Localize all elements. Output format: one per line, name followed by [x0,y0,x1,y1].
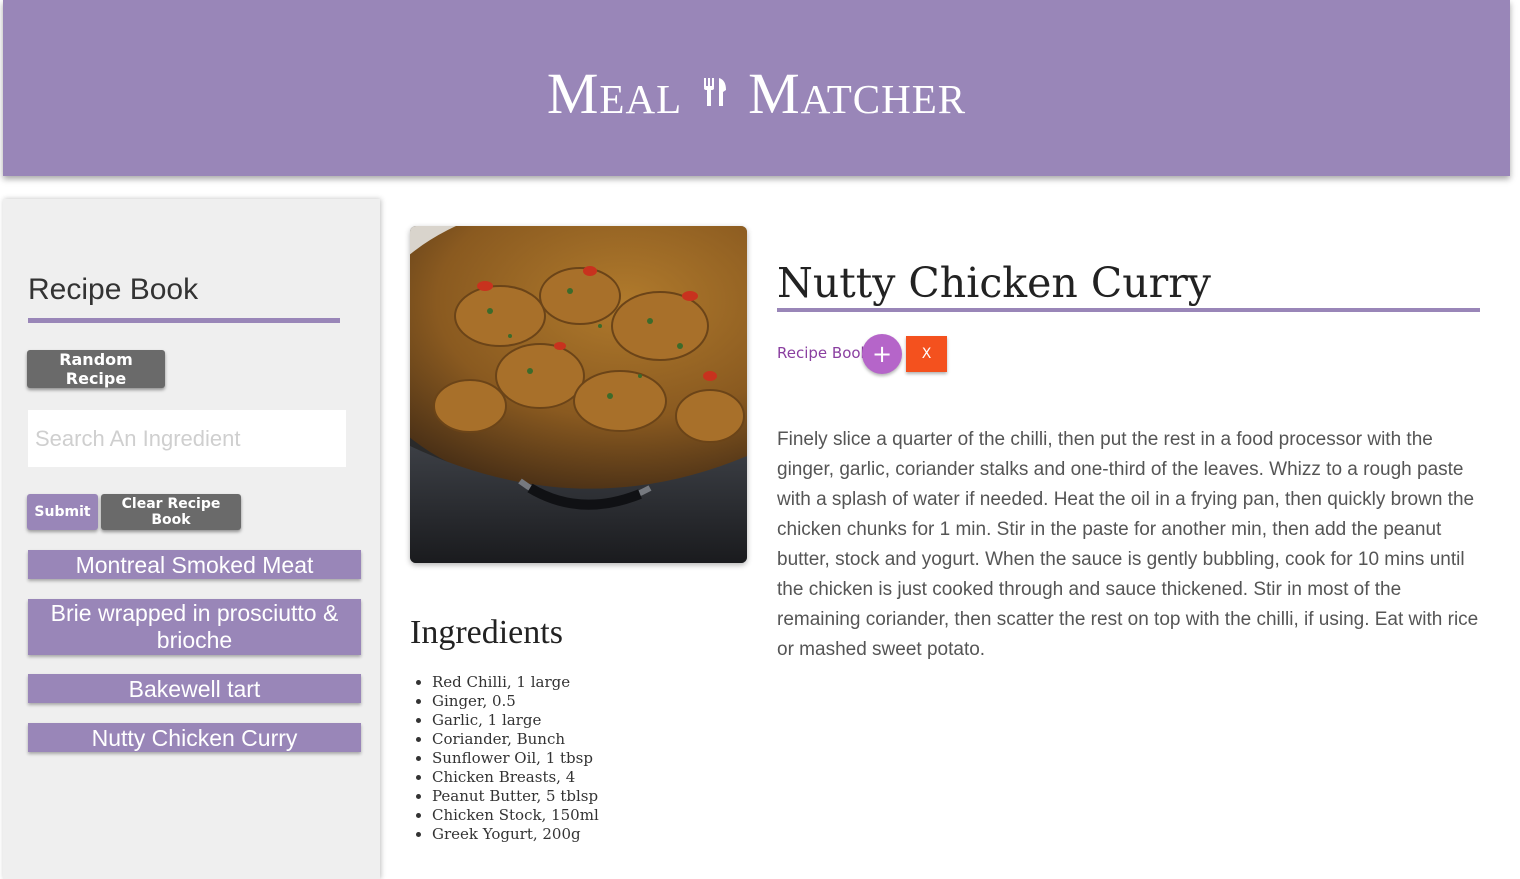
curry-pan-image [410,226,747,563]
ingredient-item: Peanut Butter, 5 tblsp [432,787,599,806]
ingredients-list: Red Chilli, 1 large Ginger, 0.5 Garlic, … [432,673,599,844]
ingredient-item: Chicken Stock, 150ml [432,806,599,825]
site-logo[interactable]: Meal Matcher [547,60,966,127]
recipe-title: Nutty Chicken Curry [777,259,1211,307]
ingredient-item: Ginger, 0.5 [432,692,599,711]
saved-recipe-item[interactable]: Montreal Smoked Meat [28,550,361,579]
ingredient-item: Red Chilli, 1 large [432,673,599,692]
add-to-recipe-book-button[interactable]: + [862,334,902,374]
saved-recipe-item[interactable]: Brie wrapped in prosciutto & brioche [28,599,361,655]
recipe-photo [410,226,747,563]
site-header: Meal Matcher [3,0,1510,176]
remove-from-recipe-book-button[interactable]: X [906,336,947,372]
recipe-title-underline [777,308,1480,312]
recipe-book-label: Recipe Book [777,344,870,362]
ingredient-search-input[interactable] [28,410,346,467]
fork-knife-icon [704,78,727,106]
ingredient-item: Greek Yogurt, 200g [432,825,599,844]
ingredients-heading: Ingredients [410,614,563,651]
submit-button[interactable]: Submit [27,494,98,530]
brand-title-left: Meal [546,60,683,126]
ingredient-item: Chicken Breasts, 4 [432,768,599,787]
recipe-method: Finely slice a quarter of the chilli, th… [777,429,1479,660]
random-recipe-button[interactable]: Random Recipe [27,350,165,388]
recipe-book-sidebar: Recipe Book Random Recipe Submit Clear R… [3,199,380,879]
sidebar-title: Recipe Book [28,273,199,306]
brand-title-right: Matcher [748,60,967,126]
saved-recipe-item[interactable]: Bakewell tart [28,674,361,703]
saved-recipe-list: Montreal Smoked Meat Brie wrapped in pro… [28,550,361,772]
ingredient-item: Coriander, Bunch [432,730,599,749]
ingredient-item: Garlic, 1 large [432,711,599,730]
ingredient-item: Sunflower Oil, 1 tbsp [432,749,599,768]
clear-recipe-book-button[interactable]: Clear Recipe Book [101,494,241,530]
sidebar-title-underline [28,318,340,323]
saved-recipe-item[interactable]: Nutty Chicken Curry [28,723,361,752]
